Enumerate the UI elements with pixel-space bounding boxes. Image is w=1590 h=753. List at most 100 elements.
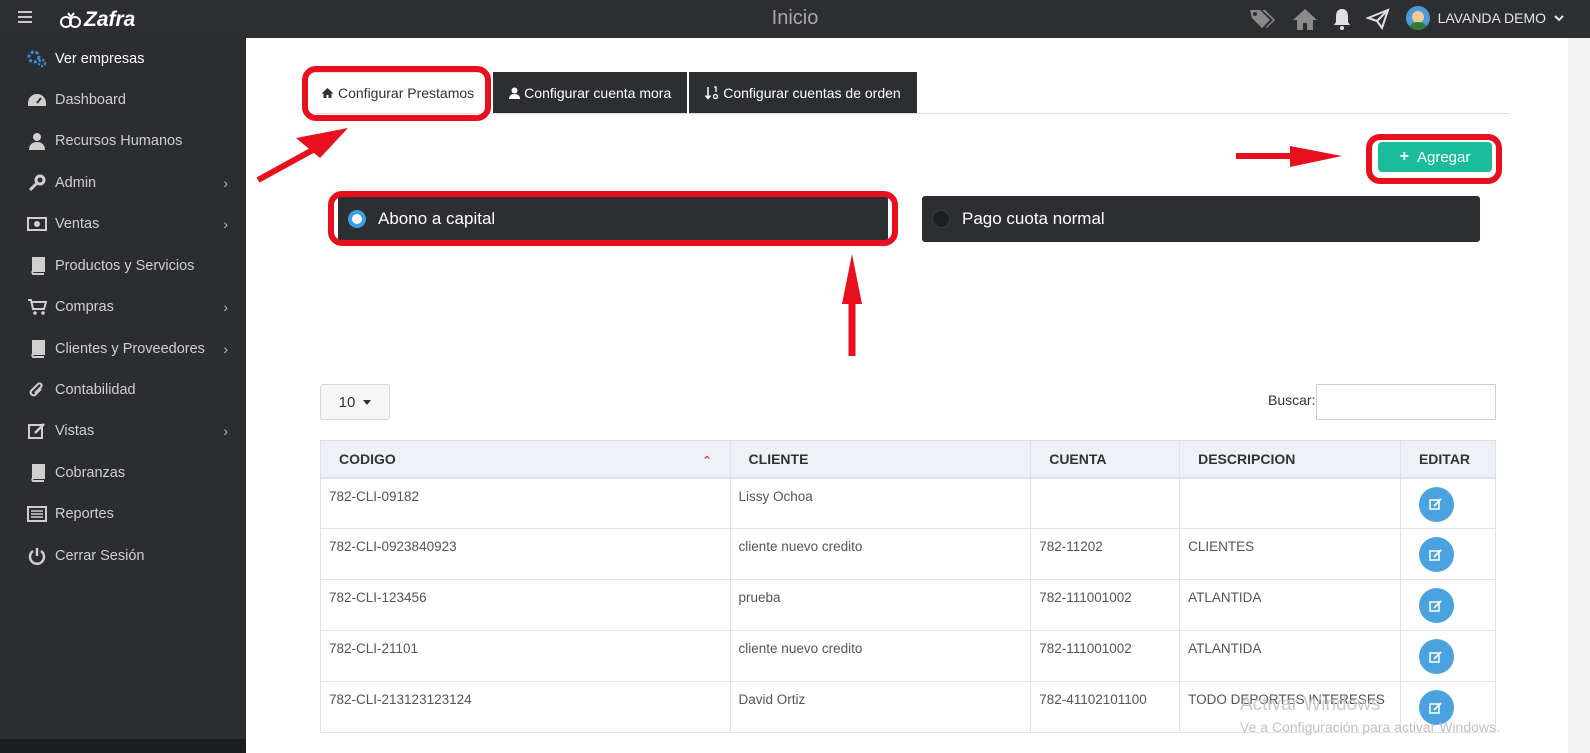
edit-button[interactable] xyxy=(1418,537,1454,572)
cell-codigo: 782-CLI-21101 xyxy=(320,630,731,682)
cell-cliente: Lissy Ochoa xyxy=(729,477,1032,529)
edit-icon xyxy=(1429,548,1443,561)
search-input[interactable] xyxy=(1316,384,1496,420)
column-header-label: DESCRIPCION xyxy=(1198,450,1296,467)
column-header-label: CLIENTE xyxy=(748,450,809,467)
cell-cliente: David Ortiz xyxy=(729,681,1032,733)
sidebar-item-recursos-humanos[interactable]: Recursos Humanos xyxy=(0,123,246,159)
sidebar-item-label: Reportes xyxy=(55,506,114,522)
edit-button[interactable] xyxy=(1418,639,1454,674)
sidebar-item-label: Ventas xyxy=(55,216,100,232)
sidebar: Ver empresas Dashboard Recursos Humanos … xyxy=(0,38,246,753)
sort-asc-icon: ⌃ xyxy=(702,455,712,467)
cell-cuenta: 782-111001002 xyxy=(1030,579,1181,631)
sidebar-item-reportes[interactable]: Reportes xyxy=(0,496,246,532)
col-descripcion[interactable]: DESCRIPCION xyxy=(1179,440,1401,479)
sidebar-item-vistas[interactable]: Vistas › xyxy=(0,413,246,449)
sidebar-item-clientes-proveedores[interactable]: Clientes y Proveedores › xyxy=(0,331,246,367)
home-icon[interactable] xyxy=(1292,7,1318,31)
cell-codigo: 782-CLI-09182 xyxy=(320,477,731,529)
avatar xyxy=(1405,6,1430,30)
sidebar-item-cerrar-sesion[interactable]: Cerrar Sesión xyxy=(0,538,246,574)
col-codigo[interactable]: CODIGO ⌃ xyxy=(320,440,731,479)
option-pago-cuota-normal[interactable]: Pago cuota normal xyxy=(922,196,1480,242)
sidebar-item-label: Ver empresas xyxy=(55,51,145,67)
col-cliente[interactable]: CLIENTE xyxy=(729,440,1032,479)
sidebar-item-label: Clientes y Proveedores xyxy=(55,341,205,357)
cell-descripcion: CLIENTES xyxy=(1179,528,1401,580)
table-header-row: CODIGO ⌃ CLIENTE CUENTA DESCRIPCION EDITA… xyxy=(320,440,1497,479)
sidebar-footer xyxy=(0,739,246,753)
data-table: CODIGO ⌃ CLIENTE CUENTA DESCRIPCION EDITA… xyxy=(320,440,1497,733)
user-icon xyxy=(509,87,521,99)
edit-button[interactable] xyxy=(1418,588,1454,623)
cell-cliente: cliente nuevo credito xyxy=(729,630,1032,682)
radio-unselected[interactable] xyxy=(932,210,950,228)
tab-label: Configurar cuentas de orden xyxy=(723,85,901,101)
tab-configurar-cuentas-orden[interactable]: Configurar cuentas de orden xyxy=(689,72,917,114)
tags-icon[interactable] xyxy=(1248,7,1278,31)
cell-cuenta xyxy=(1030,477,1181,529)
sidebar-item-label: Cobranzas xyxy=(55,465,126,481)
caret-down-icon xyxy=(363,399,372,405)
column-header-label: EDITAR xyxy=(1418,450,1471,467)
cell-descripcion xyxy=(1179,477,1401,529)
cell-descripcion: ATLANTIDA xyxy=(1179,630,1401,682)
user-menu[interactable]: LAVANDA DEMO xyxy=(1405,6,1564,30)
sidebar-item-ver-empresas[interactable]: Ver empresas xyxy=(0,41,246,77)
sidebar-item-productos-servicios[interactable]: Productos y Servicios xyxy=(0,248,246,284)
cell-cuenta: 782-11202 xyxy=(1030,528,1181,580)
cell-cliente: cliente nuevo credito xyxy=(729,528,1032,580)
page-size-select[interactable]: 10 xyxy=(320,384,390,420)
book-icon xyxy=(26,464,48,482)
money-icon xyxy=(26,217,48,231)
chevron-right-icon: › xyxy=(223,216,228,232)
col-editar[interactable]: EDITAR xyxy=(1399,440,1497,479)
sidebar-item-ventas[interactable]: Ventas › xyxy=(0,206,246,242)
bell-icon[interactable] xyxy=(1332,7,1352,31)
chevron-right-icon: › xyxy=(223,299,228,315)
dashboard-icon xyxy=(26,92,48,108)
cart-icon xyxy=(26,298,48,316)
annotation-ring-option xyxy=(328,191,898,246)
book-icon xyxy=(26,257,48,275)
edit-icon xyxy=(1429,650,1443,663)
user-name: LAVANDA DEMO xyxy=(1437,10,1546,26)
tab-configurar-cuenta-mora[interactable]: Configurar cuenta mora xyxy=(493,72,688,114)
sidebar-item-label: Recursos Humanos xyxy=(55,133,183,149)
page-size-value: 10 xyxy=(338,393,356,411)
column-header-label: CUENTA xyxy=(1049,450,1107,467)
edit-icon xyxy=(1429,498,1443,510)
sidebar-item-label: Vistas xyxy=(55,423,95,439)
sidebar-item-compras[interactable]: Compras › xyxy=(0,289,246,325)
chevron-right-icon: › xyxy=(223,175,228,191)
cell-cuenta: 782-111001002 xyxy=(1030,630,1181,682)
sort-numeric-icon xyxy=(705,86,719,100)
table-row: 782-CLI-09182 Lissy Ochoa xyxy=(320,477,1497,529)
list-icon xyxy=(26,506,48,522)
book-icon xyxy=(26,340,48,358)
sidebar-item-dashboard[interactable]: Dashboard xyxy=(0,82,246,118)
paper-plane-icon[interactable] xyxy=(1366,7,1390,31)
annotation-ring-add xyxy=(1366,134,1502,184)
sidebar-item-label: Contabilidad xyxy=(55,382,136,398)
sidebar-item-label: Cerrar Sesión xyxy=(55,548,145,564)
edit-button[interactable] xyxy=(1418,486,1454,522)
table-row: 782-CLI-0923840923 cliente nuevo credito… xyxy=(320,528,1497,580)
sidebar-item-admin[interactable]: Admin › xyxy=(0,165,246,201)
table-row: 782-CLI-123456 prueba 782-111001002 ATLA… xyxy=(320,579,1497,631)
col-cuenta[interactable]: CUENTA xyxy=(1030,440,1181,479)
edit-icon xyxy=(1429,599,1443,612)
cell-cliente: prueba xyxy=(729,579,1032,631)
cell-editar xyxy=(1399,528,1497,580)
cell-descripcion: ATLANTIDA xyxy=(1179,579,1401,631)
scrollbar[interactable] xyxy=(1568,38,1590,753)
column-header-label: CODIGO xyxy=(339,450,396,467)
sidebar-item-cobranzas[interactable]: Cobranzas xyxy=(0,455,246,491)
cell-codigo: 782-CLI-123456 xyxy=(320,579,731,631)
sidebar-item-contabilidad[interactable]: Contabilidad xyxy=(0,372,246,408)
annotation-ring-tab xyxy=(302,66,491,121)
cell-editar xyxy=(1399,579,1497,631)
cell-codigo: 782-CLI-213123123124 xyxy=(320,681,731,733)
option-label: Pago cuota normal xyxy=(962,209,1105,228)
